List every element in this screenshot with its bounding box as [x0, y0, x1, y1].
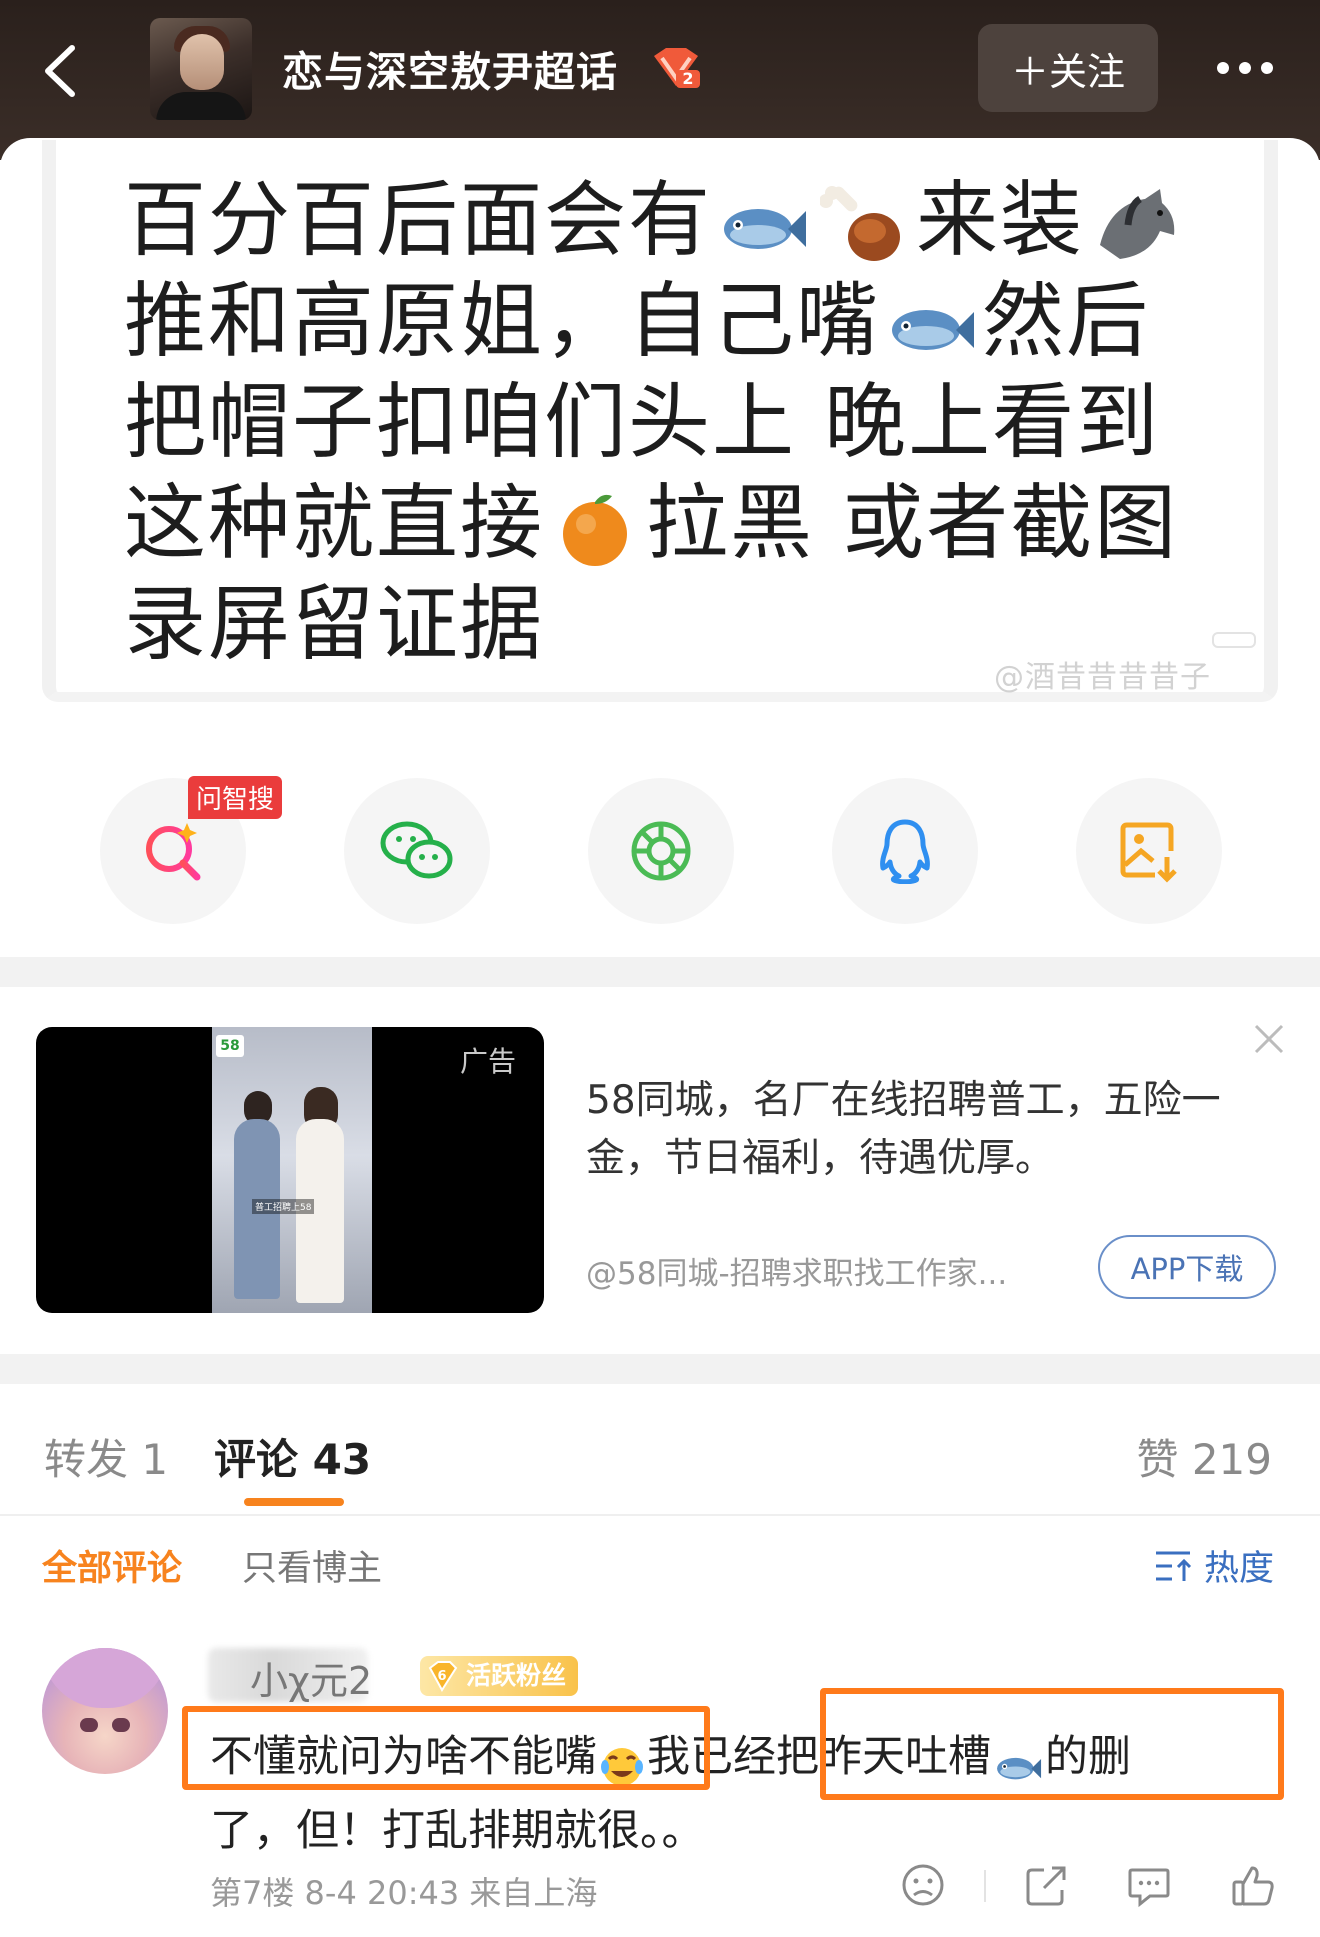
ai-search-tag: 问智搜: [188, 776, 283, 819]
tab-repost[interactable]: 转发 1: [44, 1426, 168, 1487]
save-image-icon: [1120, 822, 1177, 883]
level-badge-icon: 2: [650, 46, 702, 90]
image-watermark: @酒昔昔昔昔子: [994, 660, 1211, 695]
commenter-avatar[interactable]: [42, 1648, 168, 1774]
app-download-button[interactable]: APP下载: [1098, 1235, 1276, 1299]
post-line: 推和高原姐，自己嘴 然后: [124, 274, 1151, 369]
top-bar: 恋与深空敖尹超话 2 ＋关注: [0, 0, 1320, 160]
back-arrow-icon[interactable]: [28, 36, 98, 106]
ad-video-caption: 普工招聘上58: [252, 1199, 315, 1214]
interaction-tabs: 转发 1 评论 43 赞 219: [0, 1384, 1320, 1516]
tab-comments[interactable]: 评论 43: [214, 1426, 371, 1487]
more-options-icon[interactable]: [1200, 46, 1290, 90]
orange-emoji-icon: [550, 488, 640, 570]
highlight-box: [820, 1688, 1284, 1800]
save-image-button[interactable]: [1076, 778, 1222, 924]
fan-badge: 6 活跃粉丝: [420, 1656, 579, 1696]
highlight-box: [182, 1706, 710, 1790]
post-line: 这种就直接 拉黑 或者截图: [124, 476, 1179, 571]
wechat-icon: [380, 821, 453, 879]
comment-actions: [900, 1862, 1280, 1912]
tab-underline: [244, 1498, 344, 1506]
ad-close-icon[interactable]: [1250, 1020, 1288, 1058]
svg-text:6: 6: [437, 1669, 446, 1684]
comment-filter-row: 全部评论 只看博主 热度: [0, 1540, 1320, 1600]
fish-emoji-icon: [886, 286, 976, 368]
filter-author-only[interactable]: 只看博主: [242, 1540, 382, 1591]
follow-button[interactable]: ＋关注: [978, 24, 1158, 112]
sort-icon: [1155, 1551, 1192, 1581]
sort-button[interactable]: 热度: [1154, 1540, 1274, 1591]
ad-logo: 58: [216, 1035, 244, 1057]
post-image-text: 百分百后面会有 来装 推和高原姐，自己嘴 然后 把帽子扣咱们头上 晚上看到 这种…: [124, 170, 1244, 675]
drumstick-emoji-icon: [819, 185, 910, 267]
moments-share-button[interactable]: [588, 778, 734, 924]
qq-icon: [880, 819, 930, 884]
qq-share-button[interactable]: [832, 778, 978, 924]
ad-source[interactable]: @58同城-招聘求职找工作家...: [586, 1248, 1007, 1293]
commenter-name[interactable]: 小χ元2: [250, 1650, 372, 1705]
comment-meta: 第7楼 8-4 20:43 来自上海: [210, 1874, 598, 1912]
topic-avatar[interactable]: [150, 18, 252, 120]
search-ai-icon: [146, 823, 201, 881]
section-divider: [0, 1354, 1320, 1384]
sort-label: 热度: [1203, 1549, 1274, 1589]
post-line: 百分百后面会有 来装: [124, 170, 1244, 271]
filter-all-comments[interactable]: 全部评论: [42, 1540, 182, 1591]
watermark-mark: [1212, 632, 1256, 648]
fan-level-icon: 6: [426, 1660, 458, 1692]
fish-emoji-icon: [718, 185, 808, 267]
ad-label: 广告: [460, 1045, 517, 1078]
dislike-face-icon[interactable]: [900, 1862, 946, 1908]
comment-reply-icon[interactable]: [1126, 1862, 1172, 1908]
ad-text[interactable]: 58同城，名厂在线招聘普工，五险一金，节日福利，待遇优厚。: [586, 1072, 1286, 1188]
action-separator: [984, 1870, 986, 1902]
horse-emoji-icon: [1090, 185, 1180, 267]
moments-icon: [631, 821, 691, 881]
wechat-share-button[interactable]: [344, 778, 490, 924]
comment-segment: 了，但！打乱排期就很。。: [210, 1806, 705, 1856]
fan-badge-label: 活跃粉丝: [466, 1661, 567, 1690]
ad-video-frame: 普工招聘上58: [212, 1027, 372, 1313]
share-icon[interactable]: [1024, 1862, 1070, 1908]
tab-likes[interactable]: 赞 219: [1136, 1426, 1272, 1487]
section-divider: [0, 957, 1320, 987]
svg-text:2: 2: [682, 69, 693, 88]
topic-title[interactable]: 恋与深空敖尹超话: [282, 38, 618, 98]
post-line: 把帽子扣咱们头上 晚上看到: [124, 375, 1161, 470]
like-thumb-icon[interactable]: [1230, 1862, 1276, 1908]
